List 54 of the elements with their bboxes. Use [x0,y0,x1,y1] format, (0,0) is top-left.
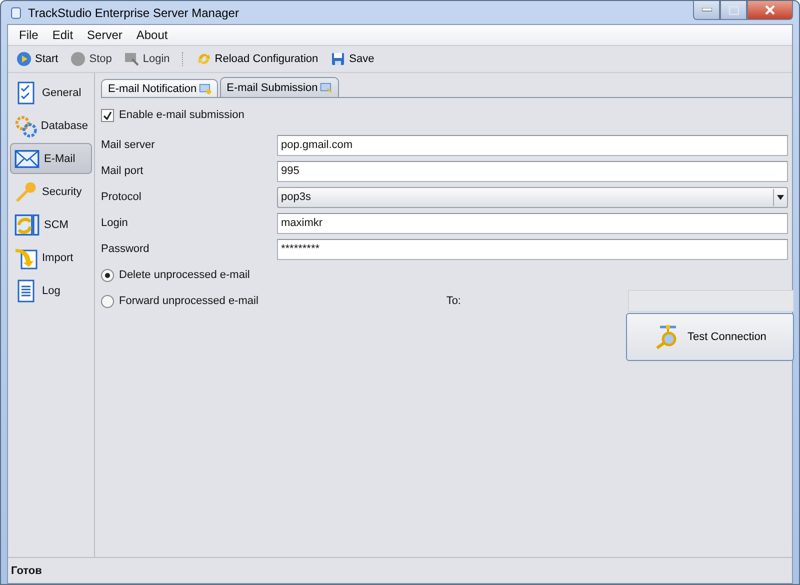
maximize-icon [728,6,738,14]
close-button[interactable] [747,1,793,20]
sidebar-item[interactable]: Security [10,176,92,207]
radio-button[interactable] [101,268,114,282]
sidebar-item[interactable]: Log [10,275,92,306]
test-connection-button[interactable]: Test Connection [626,313,794,361]
radio-label: Delete unprocessed e-mail [119,269,250,281]
toolbar-button[interactable]: Start [12,48,62,70]
radio-button[interactable] [101,294,114,308]
input-field[interactable]: maximkr [277,212,788,234]
protocol-dropdown[interactable]: pop3s [277,186,788,208]
sidebar-item[interactable]: SCM [10,209,92,240]
sync-icon [14,212,40,238]
tab[interactable]: E-mail Notification [101,79,218,97]
tab[interactable]: E-mail Submission [220,77,339,97]
menu-item[interactable]: Edit [45,28,80,42]
window-title: TrackStudio Enterprise Server Manager [28,6,239,20]
login-icon [124,51,140,67]
field-label: Password [101,243,150,255]
field-label: Mail server [101,139,156,151]
field-label: Protocol [101,191,142,203]
checkmark-icon [103,110,112,120]
stop-icon [70,51,86,67]
key-icon [14,180,38,204]
field-label: Login [101,217,129,229]
menu-item[interactable]: About [129,28,175,42]
field-label: Mail port [101,165,144,177]
to-label: To: [446,295,461,307]
sidebar-item[interactable]: General [10,77,92,108]
radio-label: Forward unprocessed e-mail [119,295,258,307]
caret-icon [777,194,784,200]
checkbox-label: Enable e-mail submission [119,109,244,121]
toolbar-button[interactable]: Reload Configuration [192,48,322,70]
sidebar-item[interactable]: Import [10,242,92,273]
menu-item[interactable]: Server [80,28,130,42]
maximize-button[interactable] [720,1,747,20]
mail-icon [198,82,212,95]
minimize-icon [702,8,712,12]
minimize-button[interactable] [693,1,720,20]
sidebar-item[interactable]: Database [10,110,92,141]
status-text: Готов [8,557,792,583]
input-field[interactable]: ********* [277,238,788,260]
close-icon [765,5,775,15]
save-icon [330,51,346,67]
sidebar-item[interactable]: E-Mail [10,143,92,174]
toolbar-button[interactable]: Save [326,48,378,70]
mail-icon [320,81,333,94]
input-field[interactable]: pop.gmail.com [277,134,788,156]
app-icon [9,6,23,20]
menu-item[interactable]: File [12,28,46,42]
input-field[interactable]: 995 [277,160,788,182]
play-icon [16,51,32,67]
checkbox[interactable] [101,108,114,122]
reload-icon [196,51,212,67]
